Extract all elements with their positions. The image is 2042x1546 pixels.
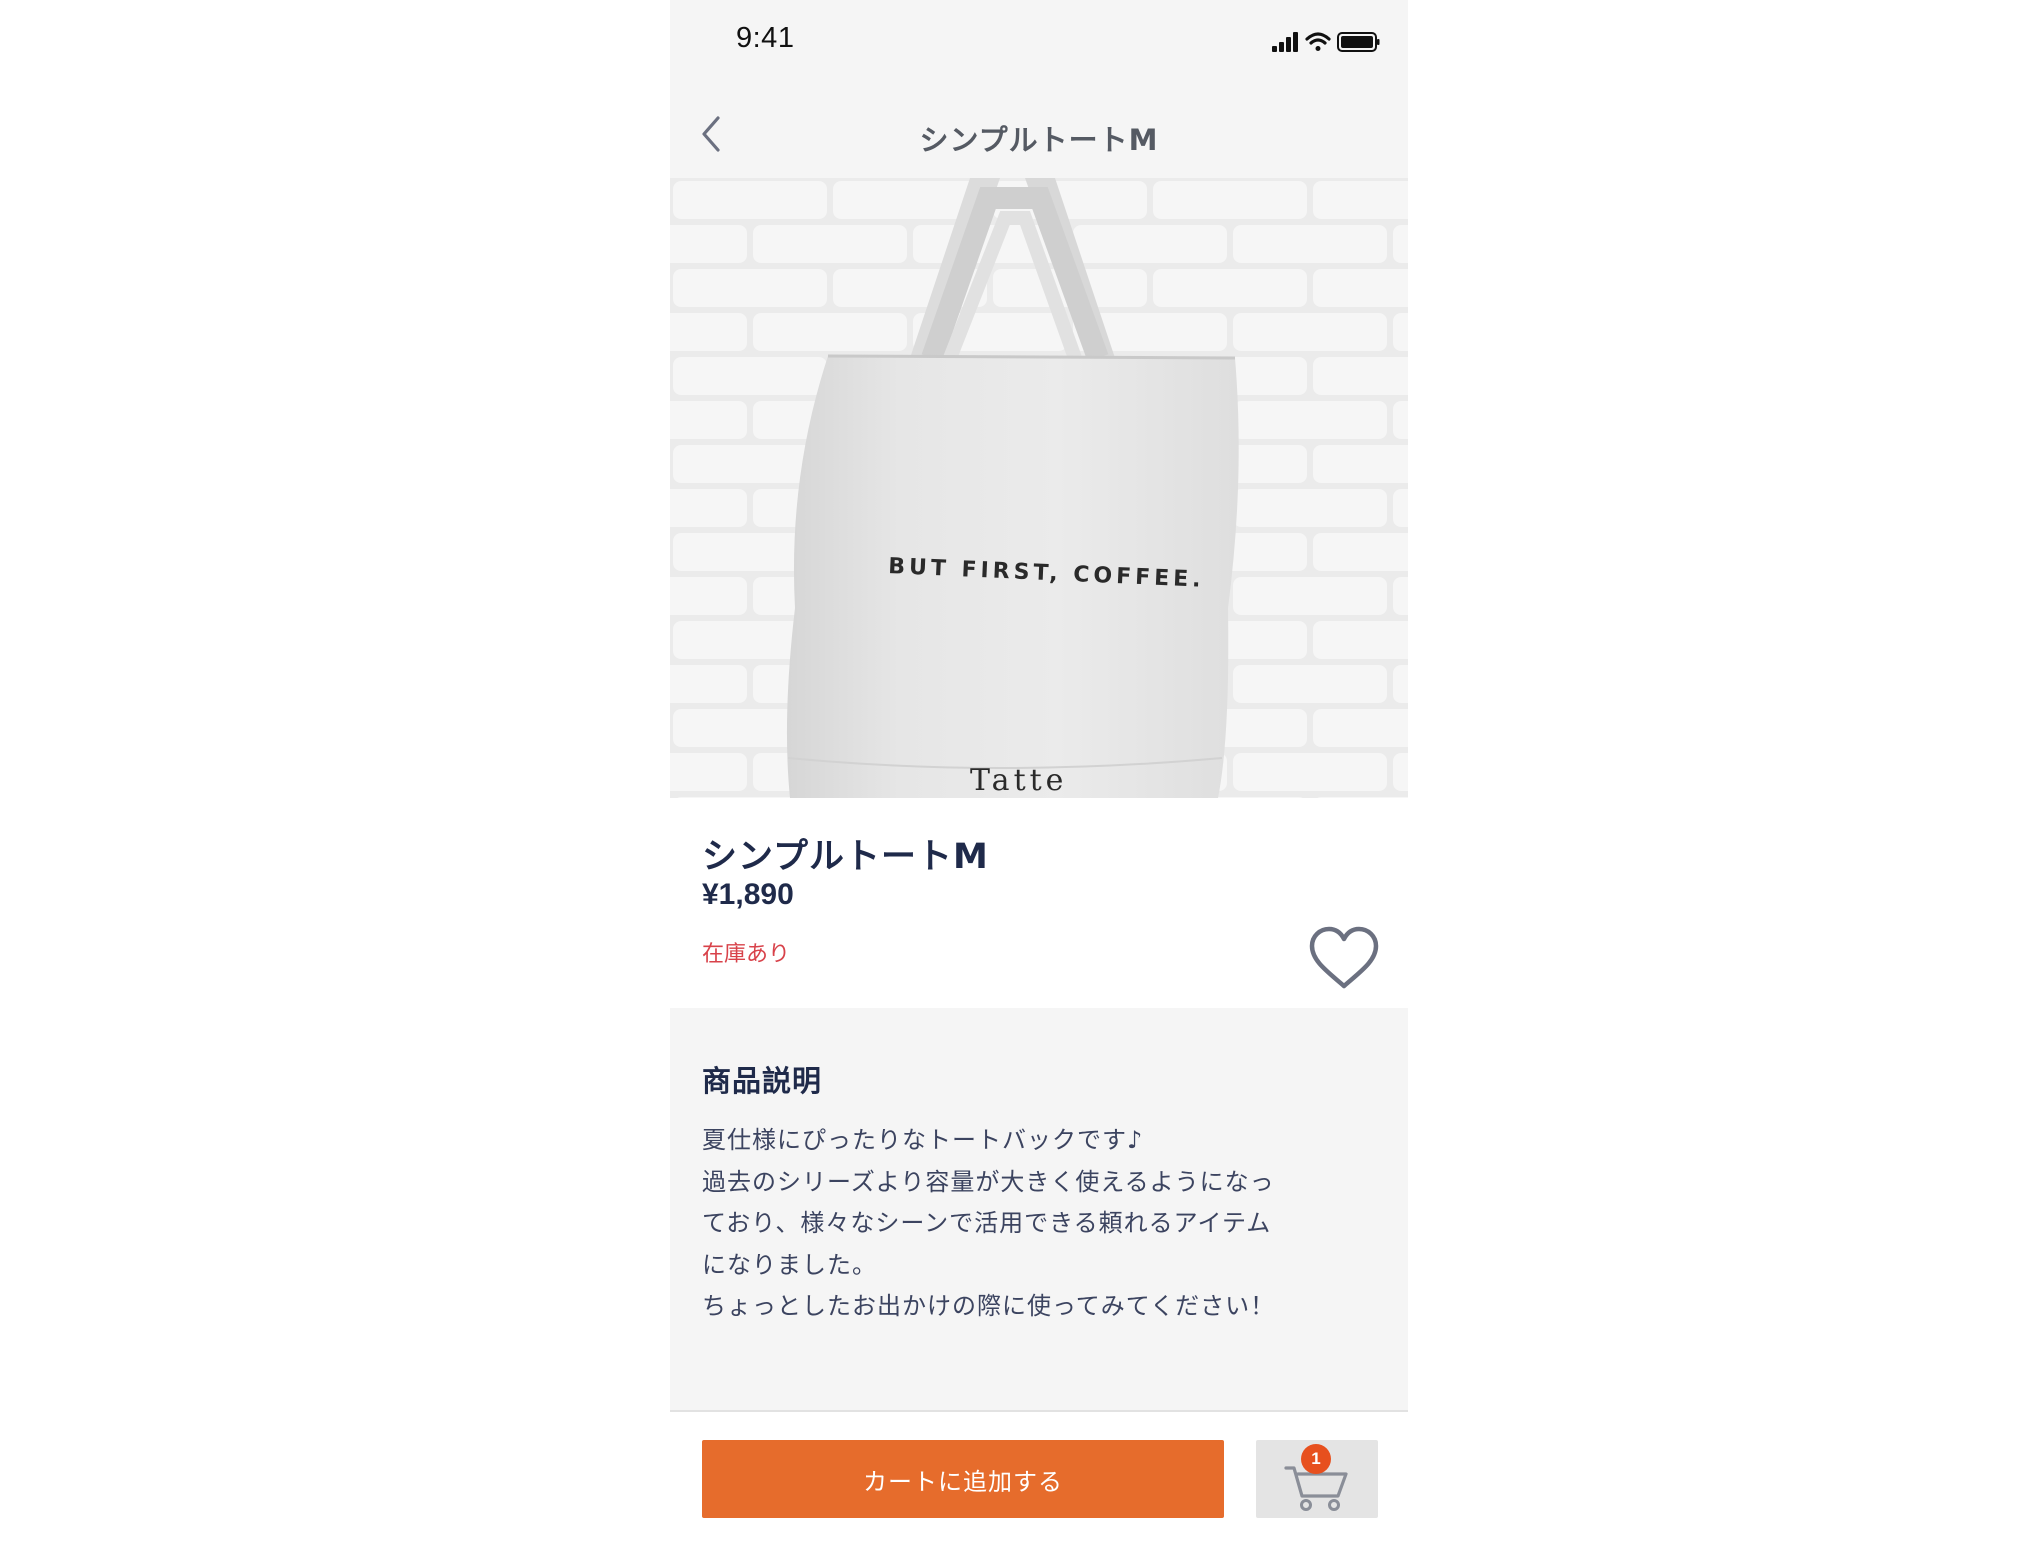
status-time: 9:41 [736,22,795,54]
product-price: ¥1,890 [702,878,794,911]
cart-count-badge: 1 [1301,1444,1331,1474]
product-name: シンプルトートM [702,837,989,877]
navigation-bar: シンプルトートM [670,80,1408,178]
status-icons [1272,30,1380,58]
product-info: シンプルトートM ¥1,890 在庫あり [670,798,1408,1008]
status-bar: 9:41 [670,0,1408,80]
description-heading: 商品説明 [702,1064,823,1098]
description-line: 過去のシリーズより容量が大きく使えるようになっ [702,1167,1275,1196]
battery-icon [1337,32,1380,52]
wifi-icon [1305,32,1331,51]
description-line: ており、様々なシーンで活用できる頼れるアイテム [702,1209,1272,1237]
bottom-action-bar: カートに追加する 1 [670,1410,1408,1546]
description-line: ちょっとしたお出かけの際に使ってみてください！ [702,1292,1276,1320]
description-line: 夏仕様にぴったりなトートバックです♪ [702,1126,1144,1154]
heart-icon [1309,926,1379,989]
description-body: 夏仕様にぴったりなトートバックです♪ 過去のシリーズより容量が大きく使えるように… [702,1120,1342,1328]
cart-button[interactable]: 1 [1256,1440,1378,1518]
product-image: BUT FIRST, COFFEE. Tatte [670,178,1408,798]
brand-text: Tatte [970,763,1067,798]
add-to-cart-button[interactable]: カートに追加する [702,1440,1224,1518]
signal-icon [1272,32,1298,52]
product-description: 商品説明 夏仕様にぴったりなトートバックです♪ 過去のシリーズより容量が大きく使… [670,1008,1408,1410]
description-line: になりました。 [702,1250,877,1279]
app-screen: 9:41 シンプルトートM BUT FIRST, COFFEE. Tatte シ… [670,0,1408,1546]
favorite-button[interactable] [1308,926,1380,992]
stock-status: 在庫あり [702,942,791,967]
page-title: シンプルトートM [919,123,1159,157]
